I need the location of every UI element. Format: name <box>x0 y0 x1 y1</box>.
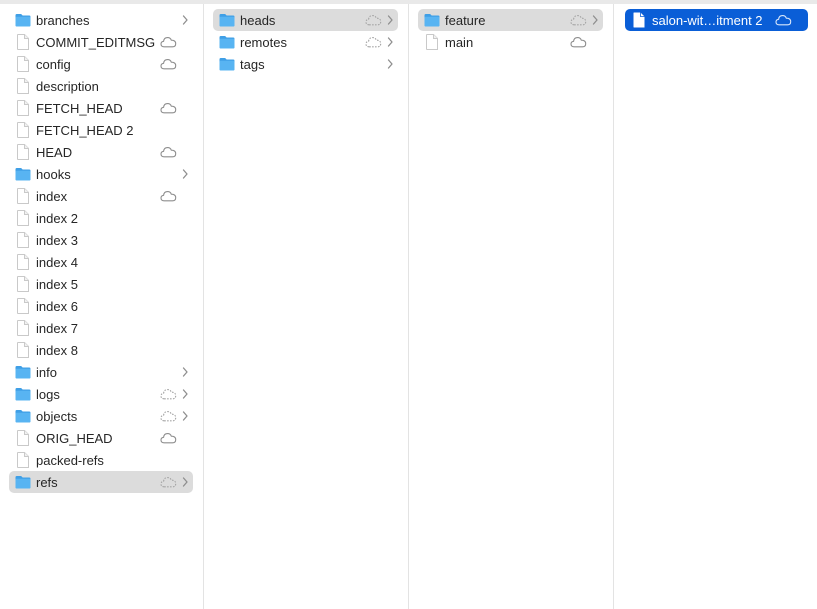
icloud-icon <box>160 410 177 422</box>
file-item-index-8[interactable]: index 8 <box>9 339 193 361</box>
folder-icon <box>219 34 235 50</box>
icloud-icon <box>365 14 382 26</box>
item-label: hooks <box>36 166 71 182</box>
icloud-icon <box>570 36 587 48</box>
chevron-right-icon <box>591 14 599 26</box>
file-item-commit-editmsg[interactable]: COMMIT_EDITMSG <box>9 31 193 53</box>
column-heads: feature main <box>408 4 613 609</box>
document-icon <box>15 188 31 204</box>
document-icon <box>15 298 31 314</box>
document-icon <box>15 78 31 94</box>
item-label: tags <box>240 56 265 72</box>
document-icon <box>15 210 31 226</box>
folder-icon <box>15 364 31 380</box>
document-icon <box>424 34 440 50</box>
icloud-icon <box>160 476 177 488</box>
folder-icon <box>15 474 31 490</box>
folder-icon <box>219 12 235 28</box>
icloud-icon <box>160 102 177 114</box>
document-icon <box>631 12 647 28</box>
file-item-orig-head[interactable]: ORIG_HEAD <box>9 427 193 449</box>
folder-icon <box>424 12 440 28</box>
file-item-index[interactable]: index <box>9 185 193 207</box>
folder-icon <box>15 408 31 424</box>
document-icon <box>15 276 31 292</box>
document-icon <box>15 144 31 160</box>
chevron-right-icon <box>181 410 189 422</box>
chevron-right-icon <box>181 366 189 378</box>
document-icon <box>15 122 31 138</box>
chevron-right-icon <box>181 388 189 400</box>
document-icon <box>15 34 31 50</box>
chevron-right-icon <box>181 168 189 180</box>
folder-item-heads[interactable]: heads <box>213 9 398 31</box>
icloud-icon <box>160 58 177 70</box>
icloud-icon <box>775 14 792 26</box>
document-icon <box>15 56 31 72</box>
item-label: FETCH_HEAD 2 <box>36 122 134 138</box>
document-icon <box>15 232 31 248</box>
file-item-fetch-head-2[interactable]: FETCH_HEAD 2 <box>9 119 193 141</box>
folder-item-tags[interactable]: tags <box>213 53 398 75</box>
chevron-right-icon <box>386 58 394 70</box>
document-icon <box>15 100 31 116</box>
item-label: index 7 <box>36 320 78 336</box>
document-icon <box>15 342 31 358</box>
file-item-index-5[interactable]: index 5 <box>9 273 193 295</box>
document-icon <box>15 254 31 270</box>
item-label: index 8 <box>36 342 78 358</box>
folder-item-refs[interactable]: refs <box>9 471 193 493</box>
item-label: index 6 <box>36 298 78 314</box>
file-item-config[interactable]: config <box>9 53 193 75</box>
item-label: packed-refs <box>36 452 104 468</box>
file-item-head[interactable]: HEAD <box>9 141 193 163</box>
item-label: branches <box>36 12 90 28</box>
item-label: description <box>36 78 99 94</box>
folder-item-info[interactable]: info <box>9 361 193 383</box>
icloud-icon <box>160 146 177 158</box>
folder-item-remotes[interactable]: remotes <box>213 31 398 53</box>
file-item-salon-wit-itment-2[interactable]: salon-wit…itment 2 <box>625 9 808 31</box>
icloud-icon <box>570 14 587 26</box>
icloud-icon <box>160 432 177 444</box>
icloud-icon <box>160 190 177 202</box>
folder-item-objects[interactable]: objects <box>9 405 193 427</box>
folder-icon <box>15 12 31 28</box>
icloud-icon <box>365 36 382 48</box>
column-git: branches COMMIT_EDITMSG config description F… <box>0 4 203 609</box>
file-item-description[interactable]: description <box>9 75 193 97</box>
file-item-index-6[interactable]: index 6 <box>9 295 193 317</box>
folder-item-feature[interactable]: feature <box>418 9 603 31</box>
folder-icon <box>15 166 31 182</box>
icloud-icon <box>160 388 177 400</box>
file-item-index-7[interactable]: index 7 <box>9 317 193 339</box>
column-feature: salon-wit…itment 2 <box>613 4 817 609</box>
file-item-packed-refs[interactable]: packed-refs <box>9 449 193 471</box>
file-item-main[interactable]: main <box>418 31 603 53</box>
item-label: index 3 <box>36 232 78 248</box>
file-item-index-2[interactable]: index 2 <box>9 207 193 229</box>
folder-item-logs[interactable]: logs <box>9 383 193 405</box>
item-label: index 4 <box>36 254 78 270</box>
chevron-right-icon <box>181 14 189 26</box>
icloud-icon <box>160 36 177 48</box>
item-label: index 5 <box>36 276 78 292</box>
item-label: info <box>36 364 57 380</box>
chevron-right-icon <box>386 36 394 48</box>
file-item-fetch-head[interactable]: FETCH_HEAD <box>9 97 193 119</box>
file-item-index-4[interactable]: index 4 <box>9 251 193 273</box>
document-icon <box>15 430 31 446</box>
chevron-right-icon <box>386 14 394 26</box>
folder-item-hooks[interactable]: hooks <box>9 163 193 185</box>
column-refs: heads remotes tags <box>203 4 408 609</box>
folder-item-branches[interactable]: branches <box>9 9 193 31</box>
document-icon <box>15 320 31 336</box>
folder-icon <box>219 56 235 72</box>
item-label: index 2 <box>36 210 78 226</box>
file-item-index-3[interactable]: index 3 <box>9 229 193 251</box>
document-icon <box>15 452 31 468</box>
chevron-right-icon <box>181 476 189 488</box>
folder-icon <box>15 386 31 402</box>
